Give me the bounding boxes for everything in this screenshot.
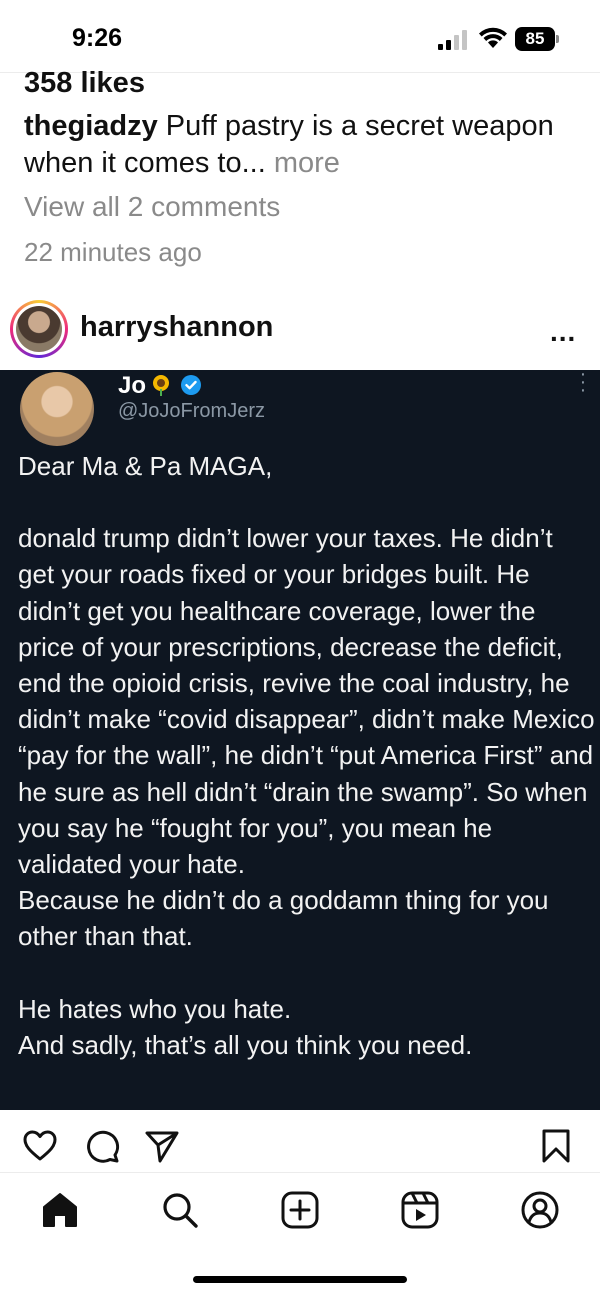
caption-more-link[interactable]: more bbox=[266, 147, 340, 179]
post-caption: thegiadzy Puff pastry is a secret weapon… bbox=[24, 108, 580, 182]
comment-icon[interactable] bbox=[84, 1128, 120, 1164]
status-bar: 9:26 85 bbox=[0, 0, 600, 72]
avatar-border bbox=[13, 303, 65, 355]
home-indicator bbox=[193, 1276, 407, 1283]
battery-indicator: 85 bbox=[515, 27, 559, 51]
battery-nub bbox=[556, 35, 559, 43]
tweet-line: Dear Ma & Pa MAGA, bbox=[18, 451, 273, 481]
bottom-navigation bbox=[0, 1176, 600, 1246]
post-header: harryshannon ... bbox=[0, 296, 600, 366]
tweet-line: donald trump didn’t lower your taxes. He… bbox=[18, 523, 595, 880]
reels-icon[interactable] bbox=[400, 1190, 440, 1230]
likes-count[interactable]: 358 likes bbox=[24, 67, 145, 100]
tweet-line: And sadly, that’s all you think you need… bbox=[18, 1029, 473, 1060]
home-icon[interactable] bbox=[40, 1190, 80, 1230]
post-options-button[interactable]: ... bbox=[550, 316, 576, 348]
tweet-line: He hates who you hate. bbox=[18, 993, 292, 1024]
post-timestamp: 22 minutes ago bbox=[24, 237, 202, 267]
sunflower-icon bbox=[153, 375, 169, 396]
cellular-signal-icon bbox=[438, 30, 467, 50]
tweet-text: Dear Ma & Pa MAGA, donald trump didn’t l… bbox=[18, 448, 596, 1063]
bookmark-icon[interactable] bbox=[538, 1128, 574, 1164]
post-image-tweet[interactable]: Jo @JoJoFromJerz · · · Dear Ma & Pa MAGA, … bbox=[0, 363, 600, 1110]
tweet-line-break bbox=[18, 484, 596, 520]
create-icon[interactable] bbox=[280, 1190, 320, 1230]
view-comments-link[interactable]: View all 2 comments bbox=[24, 191, 280, 223]
post-actions bbox=[0, 1112, 600, 1174]
post-username[interactable]: harryshannon bbox=[80, 311, 273, 344]
tweet-line-break bbox=[18, 955, 596, 991]
tweet-more-icon: · · · bbox=[579, 363, 587, 401]
profile-icon[interactable] bbox=[520, 1190, 560, 1230]
tweet-avatar bbox=[20, 372, 94, 446]
status-time: 9:26 bbox=[72, 24, 123, 52]
tweet-author-name: Jo bbox=[118, 372, 147, 399]
tweet-handle: @JoJoFromJerz bbox=[118, 400, 265, 422]
share-icon[interactable] bbox=[144, 1128, 180, 1164]
heart-icon[interactable] bbox=[22, 1128, 58, 1164]
battery-level: 85 bbox=[515, 27, 555, 51]
avatar-image bbox=[16, 306, 62, 352]
avatar[interactable] bbox=[10, 300, 68, 358]
verified-badge-icon bbox=[181, 375, 201, 395]
tweet-line: Because he didn’t do a goddamn thing for… bbox=[18, 885, 549, 952]
search-icon[interactable] bbox=[160, 1190, 200, 1230]
nav-divider bbox=[0, 1172, 600, 1173]
wifi-icon bbox=[479, 27, 507, 48]
caption-username[interactable]: thegiadzy bbox=[24, 110, 158, 142]
